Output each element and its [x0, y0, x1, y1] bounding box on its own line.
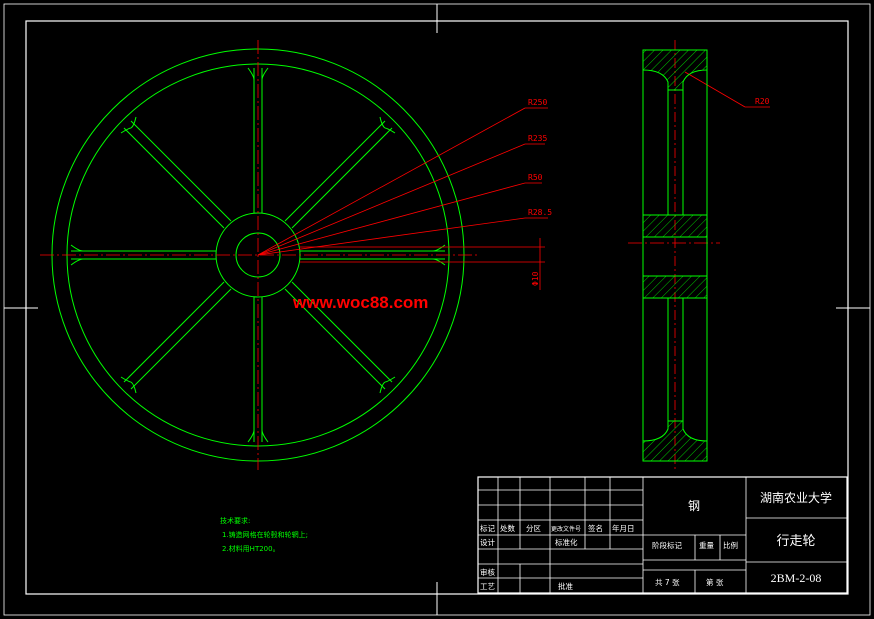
part-name: 行走轮 [776, 534, 815, 549]
dim-d10: Φ10 [531, 271, 540, 286]
dim-r20: R20 [755, 97, 770, 106]
wheel-side-section [642, 49, 708, 462]
bottom-rim-section [642, 420, 708, 462]
center-lines [40, 40, 720, 470]
dim-r50: R50 [528, 173, 543, 182]
technical-notes: 技术要求: 1.铸造网格在轮毂和轮辋上; 2.材料用HT200。 [220, 516, 308, 553]
review-label: 审核 [480, 567, 495, 577]
hdr-sign: 签名 [588, 523, 603, 533]
notes-line2: 2.材料用HT200。 [222, 544, 280, 553]
watermark: www.woc88.com [292, 293, 428, 312]
notes-line1: 1.铸造网格在轮毂和轮辋上; [222, 530, 308, 539]
drawing-number: 2BM-2-08 [771, 571, 822, 585]
hdr-count: 处数 [500, 523, 515, 533]
notes-title: 技术要求: [220, 516, 250, 525]
top-rim-section [642, 49, 708, 91]
sheet-frame [3, 3, 871, 616]
hdr-date: 年月日 [612, 523, 635, 533]
standardization-label: 标准化 [555, 537, 578, 547]
radius-leaders [257, 71, 770, 290]
approve-label: 批准 [558, 581, 573, 591]
dim-r250: R250 [528, 98, 547, 107]
hdr-zone: 分区 [526, 524, 541, 533]
dim-r28: R28.5 [528, 208, 552, 217]
hdr-mark: 标记 [480, 523, 495, 533]
sheet-no: 第 张 [706, 577, 724, 587]
hub-top-section [642, 214, 708, 238]
material: 钢 [688, 499, 700, 513]
university: 湖南农业大学 [760, 490, 832, 505]
design-label: 设计 [480, 537, 495, 547]
sheets-total: 共 7 张 [655, 578, 680, 587]
process-label: 工艺 [480, 582, 495, 591]
dimension-labels: R250 R235 R50 R28.5 R20 Φ10 [528, 97, 770, 286]
stage-mark-label: 阶段标记 [652, 540, 682, 550]
scale-label: 比例 [723, 540, 738, 550]
hub-bottom-section [642, 275, 708, 299]
weight-label: 重量 [699, 541, 714, 550]
cad-drawing: R250 R235 R50 R28.5 R20 Φ10 www.woc88.co… [3, 3, 871, 616]
hdr-change: 更改文件号 [551, 525, 581, 533]
dim-r235: R235 [528, 134, 547, 143]
